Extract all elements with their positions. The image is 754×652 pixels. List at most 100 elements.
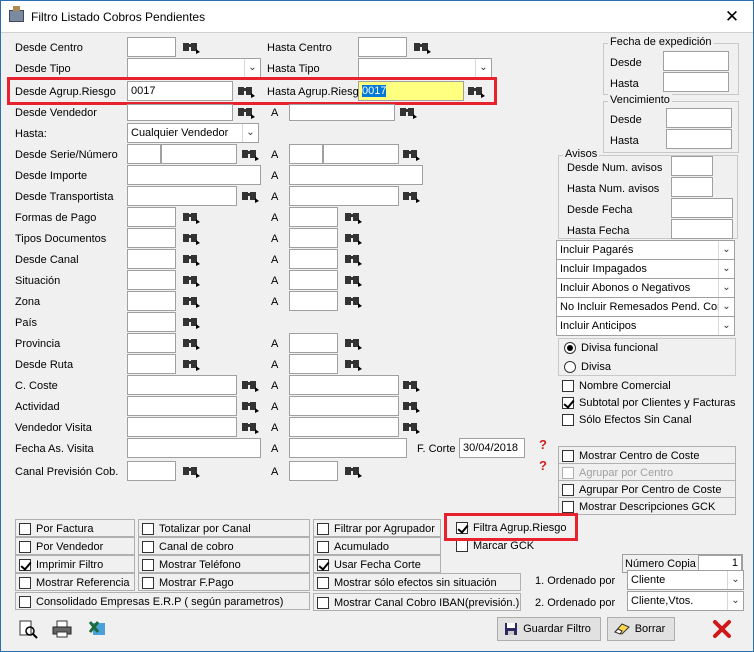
pagares-select[interactable]: Incluir Pagarés ⌄ bbox=[556, 240, 735, 260]
guardar-filtro-button[interactable]: Guardar Filtro bbox=[497, 617, 601, 641]
mostrar-solo-efectos-checkbox[interactable]: Mostrar sólo efectos sin situación bbox=[313, 573, 521, 591]
mostrar-centro-checkbox[interactable]: Mostrar Centro de Coste bbox=[558, 446, 736, 464]
desde-actividad-input[interactable] bbox=[127, 396, 237, 416]
desde-tipo-select[interactable]: ⌄ bbox=[127, 58, 261, 78]
borrar-button[interactable]: Borrar bbox=[607, 617, 675, 641]
hasta-actividad-input[interactable] bbox=[289, 396, 399, 416]
por-vendedor-checkbox[interactable]: Por Vendedor bbox=[15, 537, 135, 555]
ordenado1-select[interactable]: Cliente ⌄ bbox=[627, 570, 744, 590]
chevron-down-icon[interactable]: ⌄ bbox=[718, 241, 734, 259]
hasta-ruta-input[interactable] bbox=[289, 354, 338, 374]
desde-importe-input[interactable] bbox=[127, 165, 261, 185]
desde-num-avisos-input[interactable] bbox=[671, 156, 713, 176]
desde-numero-input[interactable] bbox=[161, 144, 237, 164]
binoculars-icon[interactable] bbox=[344, 336, 362, 350]
desde-vendedor-visita-input[interactable] bbox=[127, 417, 237, 437]
desde-situacion-input[interactable] bbox=[127, 270, 176, 290]
binoculars-icon[interactable] bbox=[402, 399, 420, 413]
chevron-down-icon[interactable]: ⌄ bbox=[242, 124, 258, 142]
binoculars-icon[interactable] bbox=[237, 105, 255, 119]
anticipos-select[interactable]: Incluir Anticipos ⌄ bbox=[556, 316, 735, 336]
desde-fecha-avisos-input[interactable] bbox=[671, 198, 733, 218]
hasta-c-coste-input[interactable] bbox=[289, 375, 399, 395]
solo-efectos-checkbox[interactable]: Sólo Efectos Sin Canal bbox=[559, 411, 735, 429]
hasta-numero-input[interactable] bbox=[323, 144, 399, 164]
hasta-importe-input[interactable] bbox=[289, 165, 423, 185]
desde-c-coste-input[interactable] bbox=[127, 375, 237, 395]
imprimir-filtro-checkbox[interactable]: Imprimir Filtro bbox=[15, 555, 135, 573]
desde-provincia-input[interactable] bbox=[127, 333, 176, 353]
nombre-comercial-checkbox[interactable]: Nombre Comercial bbox=[559, 377, 735, 395]
hasta-centro-input[interactable] bbox=[358, 37, 407, 57]
vencimiento-desde-input[interactable] bbox=[666, 108, 732, 128]
hasta-vendedor-input[interactable] bbox=[289, 104, 395, 121]
hasta-fecha-visita-input[interactable] bbox=[289, 438, 407, 458]
mostrar-descripciones-checkbox[interactable]: Mostrar Descripciones GCK bbox=[558, 497, 736, 515]
por-factura-checkbox[interactable]: Por Factura bbox=[15, 519, 135, 537]
chevron-down-icon[interactable]: ⌄ bbox=[727, 592, 743, 610]
impagados-select[interactable]: Incluir Impagados ⌄ bbox=[556, 259, 735, 279]
binoculars-icon[interactable] bbox=[344, 210, 362, 224]
ordenado2-select[interactable]: Cliente,Vtos. ⌄ bbox=[627, 591, 744, 611]
binoculars-icon[interactable] bbox=[241, 420, 259, 434]
hasta-provincia-input[interactable] bbox=[289, 333, 338, 353]
hasta-tipo-select[interactable]: ⌄ bbox=[358, 58, 492, 78]
hasta-num-avisos-input[interactable] bbox=[671, 177, 713, 197]
binoculars-icon[interactable] bbox=[241, 399, 259, 413]
binoculars-icon[interactable] bbox=[402, 147, 420, 161]
desde-forma-pago-input[interactable] bbox=[127, 207, 176, 227]
desde-canal-input[interactable] bbox=[127, 249, 176, 269]
binoculars-icon[interactable] bbox=[182, 294, 200, 308]
hasta-canal-input[interactable] bbox=[289, 249, 338, 269]
hasta-serie-input[interactable] bbox=[289, 144, 323, 164]
binoculars-icon[interactable] bbox=[182, 357, 200, 371]
desde-centro-input[interactable] bbox=[127, 37, 176, 57]
chevron-down-icon[interactable]: ⌄ bbox=[718, 298, 734, 316]
desde-ruta-input[interactable] bbox=[127, 354, 176, 374]
chevron-down-icon[interactable]: ⌄ bbox=[718, 279, 734, 297]
binoculars-icon[interactable] bbox=[344, 231, 362, 245]
remesados-select[interactable]: No Incluir Remesados Pend. Cor ⌄ bbox=[556, 297, 735, 317]
binoculars-icon[interactable] bbox=[241, 147, 259, 161]
hasta-fecha-avisos-input[interactable] bbox=[671, 219, 733, 239]
hasta-vendedor-visita-input[interactable] bbox=[289, 417, 399, 437]
excel-export-icon[interactable] bbox=[87, 619, 109, 639]
binoculars-icon[interactable] bbox=[344, 357, 362, 371]
binoculars-icon[interactable] bbox=[182, 40, 200, 54]
hasta-zona-input[interactable] bbox=[289, 291, 338, 311]
consolidado-checkbox[interactable]: Consolidado Empresas E.R.P ( según param… bbox=[15, 592, 310, 610]
binoculars-icon[interactable] bbox=[402, 378, 420, 392]
binoculars-icon[interactable] bbox=[241, 378, 259, 392]
exit-icon[interactable] bbox=[711, 619, 733, 639]
mostrar-telefono-checkbox[interactable]: Mostrar Teléfono bbox=[138, 555, 310, 573]
fecha-exp-hasta-input[interactable] bbox=[663, 72, 729, 92]
fecha-exp-desde-input[interactable] bbox=[663, 51, 729, 71]
binoculars-icon[interactable] bbox=[182, 252, 200, 266]
divisa-radio[interactable]: Divisa bbox=[559, 358, 611, 376]
chevron-down-icon[interactable]: ⌄ bbox=[244, 59, 260, 77]
desde-tipo-doc-input[interactable] bbox=[127, 228, 176, 248]
f-corte-input[interactable]: 30/04/2018 bbox=[459, 438, 525, 458]
divisa-funcional-radio[interactable]: Divisa funcional bbox=[559, 339, 658, 357]
binoculars-icon[interactable] bbox=[182, 315, 200, 329]
binoculars-icon[interactable] bbox=[344, 294, 362, 308]
acumulado-checkbox[interactable]: Acumulado bbox=[313, 537, 441, 555]
pais-input[interactable] bbox=[127, 312, 176, 332]
hasta-tipo-doc-input[interactable] bbox=[289, 228, 338, 248]
help-icon[interactable]: ? bbox=[536, 438, 550, 452]
binoculars-icon[interactable] bbox=[344, 252, 362, 266]
chevron-down-icon[interactable]: ⌄ bbox=[718, 260, 734, 278]
desde-serie-input[interactable] bbox=[127, 144, 161, 164]
mostrar-referencia-checkbox[interactable]: Mostrar Referencia bbox=[15, 573, 135, 591]
desde-transportista-input[interactable] bbox=[127, 186, 237, 206]
binoculars-icon[interactable] bbox=[402, 189, 420, 203]
mostrar-fpago-checkbox[interactable]: Mostrar F.Pago bbox=[138, 573, 310, 591]
chevron-down-icon[interactable]: ⌄ bbox=[718, 317, 734, 335]
print-preview-icon[interactable] bbox=[17, 619, 39, 639]
printer-icon[interactable] bbox=[51, 619, 73, 639]
desde-zona-input[interactable] bbox=[127, 291, 176, 311]
agrupar-por-centro-checkbox[interactable]: Agrupar Por Centro de Coste bbox=[558, 480, 736, 498]
binoculars-icon[interactable] bbox=[182, 231, 200, 245]
binoculars-icon[interactable] bbox=[399, 105, 417, 119]
binoculars-icon[interactable] bbox=[344, 273, 362, 287]
